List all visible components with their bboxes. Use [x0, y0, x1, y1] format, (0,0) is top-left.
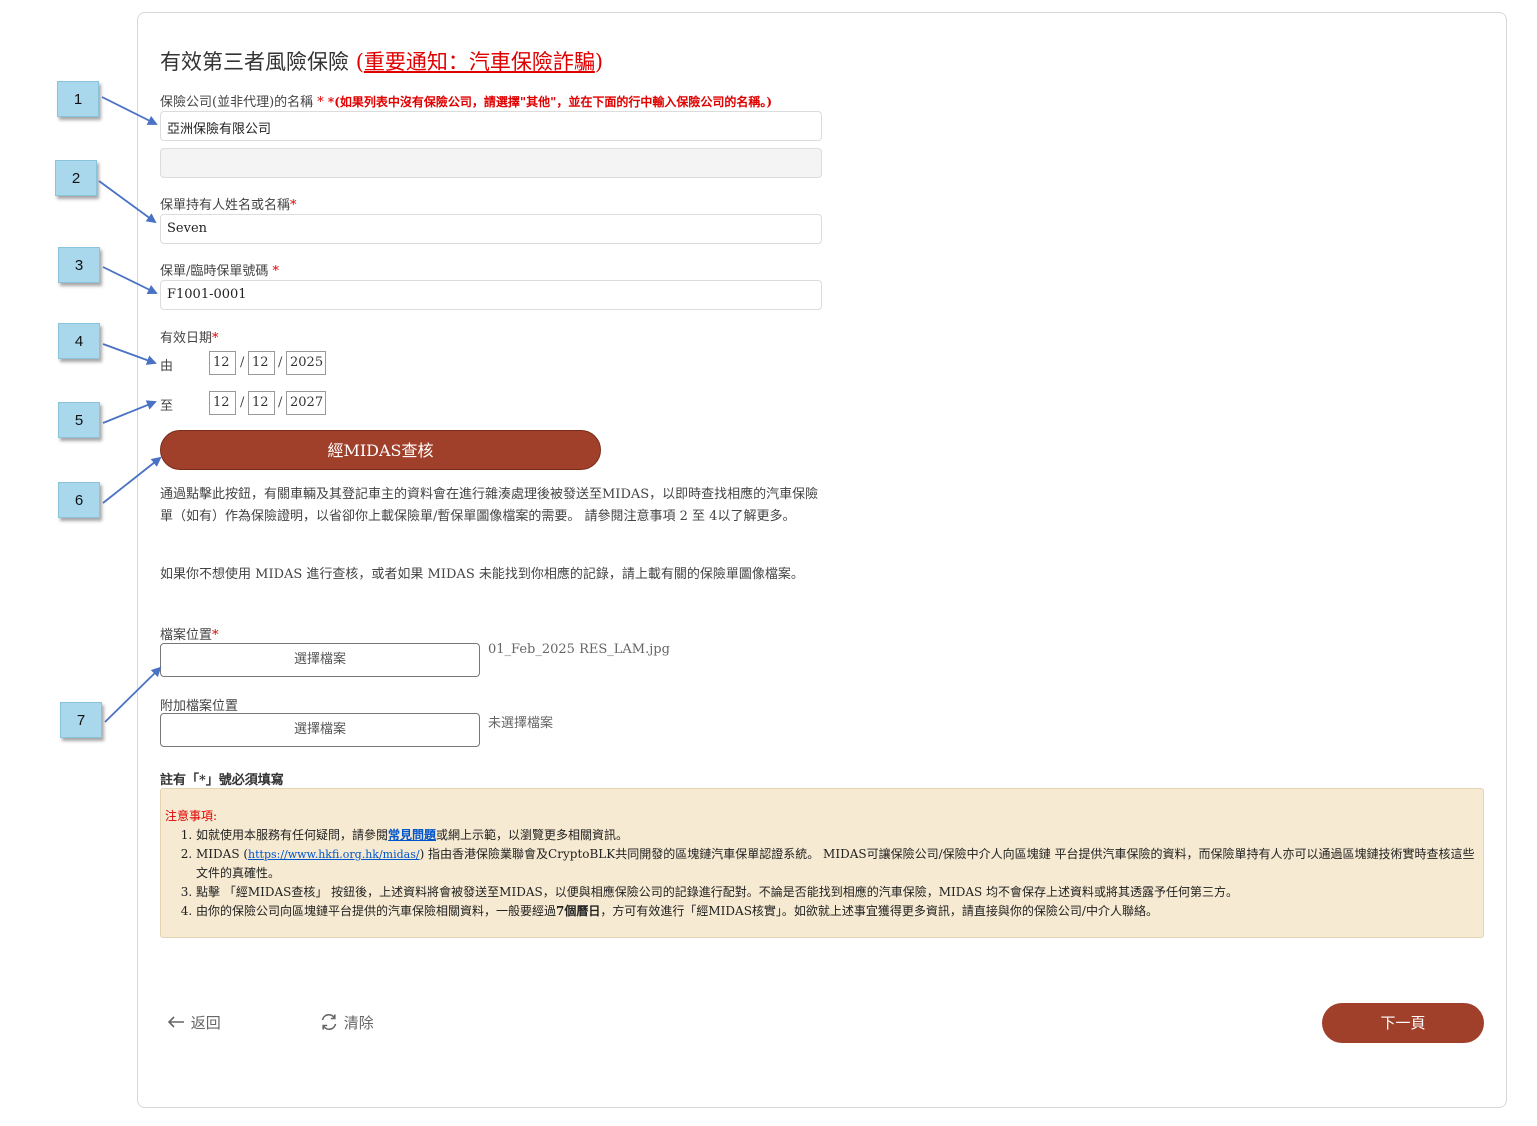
insurer-select[interactable]: 亞洲保險有限公司 [160, 111, 822, 141]
to-year-input[interactable]: 2027 [286, 391, 326, 415]
next-page-button[interactable]: 下一頁 [1322, 1003, 1484, 1043]
callout-2: 2 [55, 160, 97, 196]
note-item: 由你的保險公司向區塊鏈平台提供的汽車保險相關資料，一般要經過7個曆日，方可有效進… [196, 902, 1479, 921]
from-day-input[interactable]: 12 [209, 351, 236, 375]
policy-number-input[interactable]: F1001-0001 [160, 280, 822, 310]
to-month-input[interactable]: 12 [248, 391, 275, 415]
note-item: 如就使用本服務有任何疑問，請參閱常見問題或網上示範，以瀏覽更多相關資訊。 [196, 826, 1479, 845]
insurer-label: 保險公司(並非代理)的名稱 * *(如果列表中沒有保險公司，請選擇"其他"，並在… [160, 95, 773, 110]
callout-5: 5 [58, 402, 100, 438]
midas-description: 通過點擊此按鈕，有關車輛及其登記車主的資料會在進行雜湊處理後被發送至MIDAS，… [160, 487, 819, 524]
back-button[interactable]: 返回 [166, 1012, 221, 1033]
upload-description: 如果你不想使用 MIDAS 進行查核，或者如果 MIDAS 未能找到你相應的記錄… [160, 567, 804, 582]
other-insurer-input[interactable] [160, 148, 822, 178]
from-label: 由 [160, 359, 174, 374]
policy-label: 保單/臨時保單號碼 * [160, 264, 280, 279]
extra-file-name: 未選擇檔案 [488, 716, 554, 731]
date-separator: / [278, 395, 283, 410]
file-label: 檔案位置* [160, 628, 219, 643]
fraud-notice-link[interactable]: 重要通知：汽車保險詐騙 [364, 50, 595, 74]
page-title-text: 有效第三者風險保險 [160, 50, 356, 74]
callout-1: 1 [57, 81, 99, 117]
to-label: 至 [160, 399, 174, 414]
choose-extra-file-button[interactable]: 選擇檔案 [160, 713, 480, 747]
notes-box: 注意事項: 如就使用本服務有任何疑問，請參閱常見問題或網上示範，以瀏覽更多相關資… [160, 788, 1484, 938]
required-note: 註有「*」號必須填寫 [160, 773, 284, 788]
note-item: 點擊 「經MIDAS查核」 按鈕後，上述資料將會被發送至MIDAS，以便與相應保… [196, 883, 1479, 902]
holder-label: 保單持有人姓名或名稱* [160, 198, 297, 213]
validity-label: 有效日期* [160, 331, 219, 346]
from-year-input[interactable]: 2025 [286, 351, 326, 375]
from-month-input[interactable]: 12 [248, 351, 275, 375]
choose-file-button[interactable]: 選擇檔案 [160, 643, 480, 677]
callout-4: 4 [58, 323, 100, 359]
note-item: MIDAS (https://www.hkfi.org.hk/midas/) 指… [196, 845, 1479, 883]
date-separator: / [278, 355, 283, 370]
extra-file-label: 附加檔案位置 [160, 699, 239, 714]
midas-link[interactable]: https://www.hkfi.org.hk/midas/ [248, 848, 420, 861]
clear-button[interactable]: 清除 [319, 1012, 374, 1033]
selected-file-name: 01_Feb_2025 RES_LAM.jpg [488, 642, 670, 657]
notes-list: 如就使用本服務有任何疑問，請參閱常見問題或網上示範，以瀏覽更多相關資訊。 MID… [180, 826, 1479, 921]
midas-check-button[interactable]: 經MIDAS查核 [160, 430, 601, 470]
holder-name-input[interactable]: Seven [160, 214, 822, 244]
refresh-icon [321, 1014, 337, 1030]
callout-3: 3 [58, 247, 100, 283]
notes-title: 注意事項: [165, 809, 218, 823]
date-separator: / [240, 395, 245, 410]
callout-6: 6 [58, 482, 100, 518]
date-separator: / [240, 355, 245, 370]
faq-link[interactable]: 常見問題 [388, 828, 436, 842]
to-day-input[interactable]: 12 [209, 391, 236, 415]
insurer-hint: *(如果列表中沒有保險公司，請選擇"其他"，並在下面的行中輸入保險公司的名稱。) [327, 95, 773, 109]
arrow-left-icon [167, 1016, 184, 1028]
page-title: 有效第三者風險保險 (重要通知：汽車保險詐騙) [160, 50, 604, 74]
callout-7: 7 [60, 702, 102, 738]
